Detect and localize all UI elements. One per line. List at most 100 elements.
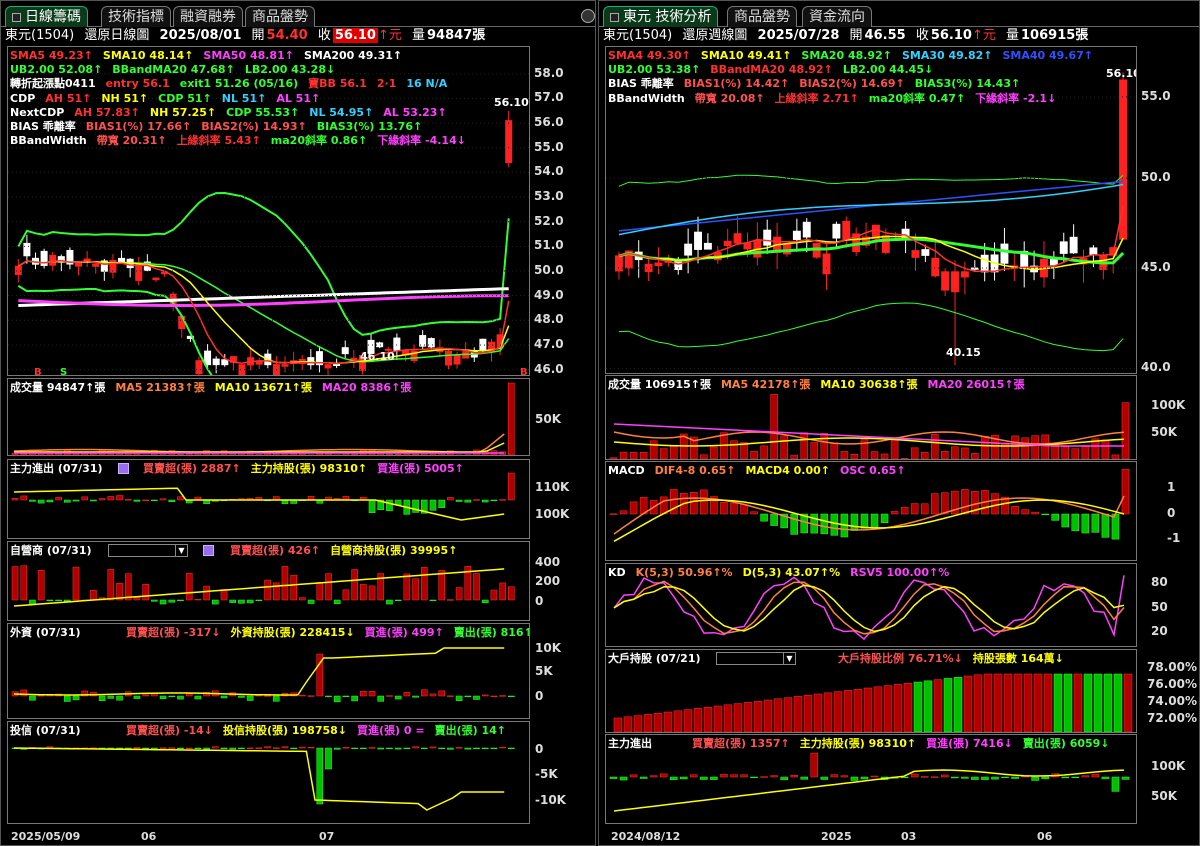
candle-body: [393, 337, 401, 351]
candle-body: [333, 364, 341, 367]
chevron-down-icon[interactable]: ▼: [175, 545, 187, 556]
open-label: 開: [849, 28, 863, 43]
indicator-bar: [750, 511, 758, 515]
indicator-bar: [499, 746, 506, 749]
left-price-row2-legend-2: exit1 51.26 (05/16): [179, 77, 299, 91]
indicator-bar: [168, 747, 176, 749]
indicator-bar: [394, 453, 402, 455]
candle-body: [479, 338, 487, 351]
min-price-label: 40.15: [946, 346, 981, 359]
min-price-label: 46.10: [360, 350, 395, 363]
tab-daily-chips[interactable]: 日線籌碼: [5, 6, 88, 27]
indicator-bar: [820, 513, 829, 535]
indicator-bar: [429, 599, 437, 602]
indicator-bar: [177, 747, 184, 750]
left-price-row3-legend-1: AH 51↑: [45, 91, 92, 105]
tab-market-overview[interactable]: 商品盤勢: [727, 6, 797, 27]
indicator-bar: [920, 503, 929, 515]
right-macd-tick-1: 0: [1167, 506, 1176, 520]
candle-body: [23, 242, 31, 257]
candle-body: [195, 360, 203, 375]
indicator-bar: [255, 599, 263, 602]
indicator-bar: [750, 450, 758, 459]
candle-body: [951, 271, 959, 293]
holder-bar: [1123, 673, 1133, 732]
indicator-bar: [142, 694, 149, 697]
left-price-row4-legend-0: NextCDP: [10, 105, 65, 119]
right-kd-legend-2: D(5,3) 43.07↑%: [742, 566, 841, 579]
right-vol-legend-3: MA20 26015↑張: [927, 378, 1025, 391]
lower-band-line: [618, 302, 1124, 352]
left-price-row5-legend-3: BIAS3(%) 13.76↑: [316, 120, 423, 133]
macd-panel: MACD DIF4-8 0.65↑ MACD4 0.00↑ OSC 0.65↑: [605, 461, 1137, 561]
window-button-icon[interactable]: [581, 9, 595, 23]
tab-technical-indicators[interactable]: 技術指標: [101, 6, 171, 27]
tab-margin-trading[interactable]: 融資融券: [173, 6, 243, 27]
holder-bar: [753, 700, 763, 732]
indicator-bar: [730, 440, 738, 459]
candle-body: [792, 230, 801, 241]
tab-market-overview[interactable]: 商品盤勢: [245, 6, 315, 27]
right-date-tick-0: 2024/08/12: [611, 830, 681, 843]
indicator-bar: [272, 695, 280, 702]
left-vol-tick-0: 50K: [535, 412, 561, 426]
right-mf-legend-3: 賣出(張) 6059↓: [1022, 737, 1110, 750]
holder-threshold-select[interactable]: ▼: [716, 652, 796, 665]
holder-bar: [823, 692, 833, 732]
indicator-bar: [368, 585, 376, 601]
chevron-down-icon[interactable]: ▼: [783, 653, 795, 664]
indicator-bar: [639, 776, 648, 779]
holding-line: [13, 647, 505, 696]
price-tick-3: 55.0: [534, 139, 564, 154]
trade-marker-2: B: [520, 367, 528, 376]
holder-bar: [1093, 673, 1103, 732]
candle-body: [822, 253, 831, 275]
indicator-bar: [850, 513, 859, 531]
indicator-bar: [659, 773, 668, 778]
indicator-bar: [850, 454, 859, 459]
indicator-bar: [212, 746, 219, 749]
left-price-row0-legend-2: SMA50 48.81↑: [203, 49, 294, 62]
indicator-bar: [649, 440, 658, 459]
price-tick-6: 52.0: [534, 213, 564, 228]
indicator-bar: [63, 695, 71, 702]
indicator-bar: [760, 445, 768, 459]
indicator-bar: [499, 695, 506, 697]
indicator-bar: [1011, 506, 1019, 515]
indicator-bar: [290, 747, 297, 750]
indicator-bar: [72, 566, 80, 601]
volume-value: 106915張: [1021, 28, 1089, 43]
left-dealer-tick-0: 400: [535, 555, 561, 569]
marker-triangle-icon: [1021, 373, 1027, 374]
right-big-tick-3: 72.00%: [1147, 711, 1197, 725]
indicator-bar: [281, 565, 289, 601]
indicator-bar: [659, 448, 668, 459]
indicator-bar: [490, 747, 498, 750]
left-foreign-legend-3: 賣出(張) 816↑: [453, 626, 530, 639]
indicator-bar: [386, 499, 393, 512]
candle-body: [212, 358, 220, 366]
candle-body: [341, 347, 349, 355]
indicator-bar: [220, 695, 228, 699]
left-price-row6-legend-0: BBandWidth: [10, 134, 87, 148]
dealer-select[interactable]: ▼: [108, 544, 188, 557]
indicator-bar: [910, 773, 919, 778]
upper-band-line: [618, 174, 1124, 187]
indicator-bar: [971, 453, 979, 459]
holder-bar: [613, 717, 623, 732]
indicator-bar: [770, 513, 778, 526]
price-tick-1: 57.0: [534, 90, 564, 105]
indicator-bar: [1031, 435, 1039, 459]
trade-marker-1: S: [60, 367, 67, 376]
volume-value: 94847張: [427, 28, 486, 43]
tab-capital-flow[interactable]: 資金流向: [802, 6, 872, 27]
indicator-bar: [941, 451, 949, 459]
holder-bar: [923, 680, 933, 732]
price-tick-4: 54.0: [534, 164, 564, 179]
kd-panel: KD K(5,3) 50.96↑% D(5,3) 43.07↑% RSV5 100.0…: [605, 563, 1137, 647]
indicator-bar: [740, 774, 748, 778]
tab-technical-analysis[interactable]: 東元 技術分析: [603, 6, 719, 27]
indicator-bar: [438, 690, 445, 697]
indicator-bar: [98, 695, 106, 701]
indicator-bar: [177, 496, 184, 501]
